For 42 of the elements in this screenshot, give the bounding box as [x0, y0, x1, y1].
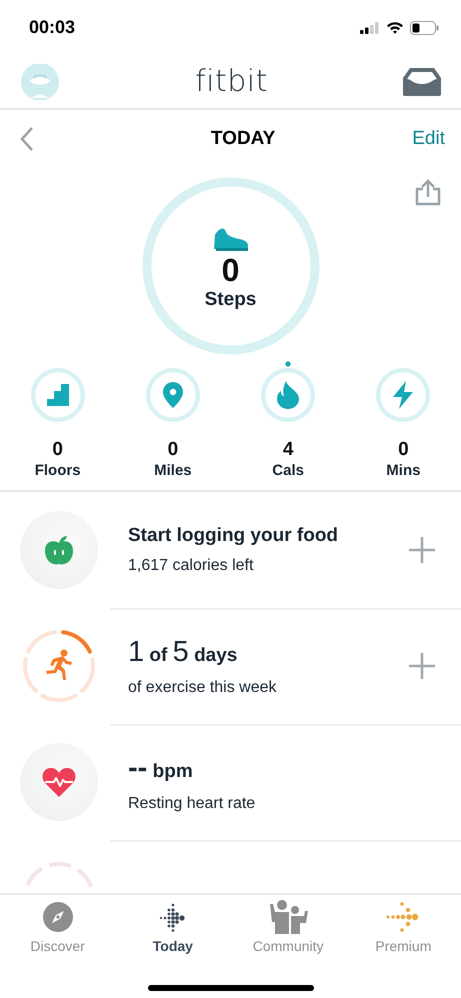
stat-value: 0 — [168, 440, 178, 461]
wifi-icon — [386, 21, 404, 34]
edit-button[interactable]: Edit — [412, 128, 445, 150]
add-button[interactable] — [407, 651, 437, 682]
add-button[interactable] — [407, 535, 437, 566]
compass-icon — [42, 902, 73, 932]
fitbit-logo: fitbit — [195, 64, 268, 99]
apple-icon — [43, 534, 75, 566]
tile-subtitle: of exercise this week — [128, 678, 278, 697]
stat-label: Floors — [34, 460, 81, 480]
tab-discover[interactable]: Discover — [0, 900, 116, 954]
shoe-icon — [212, 227, 250, 254]
stat-value: 0 — [398, 440, 409, 461]
signal-icon — [360, 22, 380, 34]
inbox-icon[interactable] — [403, 68, 441, 96]
tile-subtitle: 1,617 calories left — [128, 557, 254, 576]
tile-title: -- bpm — [128, 752, 194, 785]
stairs-icon — [46, 384, 69, 406]
battery-icon — [410, 20, 439, 34]
date-title: TODAY — [210, 128, 276, 150]
stat-label: Cals — [272, 460, 304, 480]
avatar-icon[interactable] — [20, 64, 60, 100]
steps-label: Steps — [204, 288, 256, 311]
steps-count: 0 — [222, 253, 240, 289]
location-pin-icon — [162, 382, 183, 408]
people-icon — [268, 900, 308, 934]
tab-today[interactable]: Today — [115, 900, 230, 954]
stat-value: 4 — [282, 440, 294, 461]
tile-title: Start logging your food — [128, 525, 340, 548]
clock-time: 00:03 — [29, 17, 76, 38]
tab-community[interactable]: Community — [230, 900, 346, 954]
tab-premium[interactable]: Premium — [346, 900, 461, 954]
flame-icon — [277, 381, 300, 409]
stat-label: Mins — [386, 460, 420, 480]
share-icon[interactable] — [415, 179, 441, 206]
tile-subtitle: Resting heart rate — [128, 794, 256, 813]
stat-value: 0 — [52, 440, 63, 461]
heart-rate-icon — [42, 767, 76, 798]
lightning-icon — [391, 381, 416, 409]
tile-title: 1 of 5 days — [128, 636, 238, 669]
back-icon[interactable] — [20, 126, 34, 152]
stat-label: Miles — [154, 460, 192, 480]
